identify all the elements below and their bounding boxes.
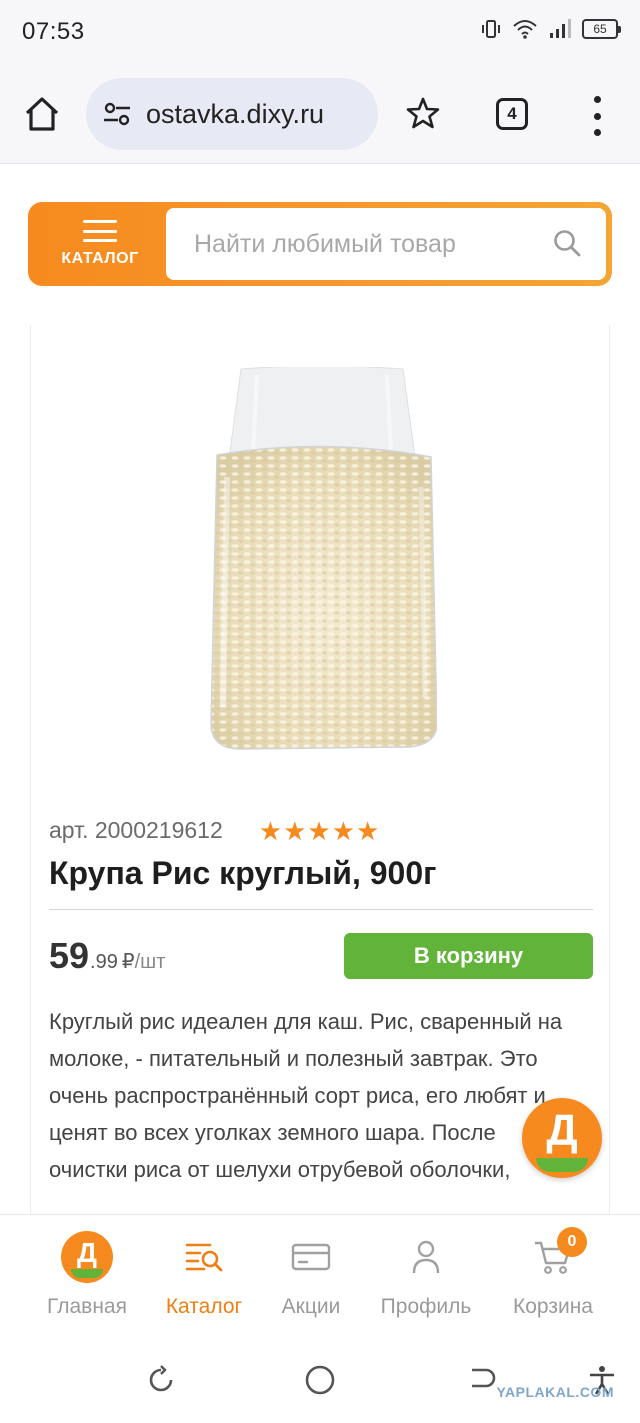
menu-burger-icon (83, 220, 117, 242)
address-bar[interactable]: ostavka.dixy.ru (86, 78, 378, 150)
home-icon[interactable] (22, 94, 62, 134)
dixy-logo-stripe (536, 1158, 588, 1172)
dixy-logo-icon: Д (61, 1231, 113, 1283)
product-description: Круглый рис идеален для каш. Рис, сварен… (49, 1009, 563, 1182)
status-icons: 65 (480, 18, 621, 40)
site-settings-icon[interactable] (102, 99, 132, 129)
nav-label-cart: Корзина (513, 1295, 593, 1318)
nav-item-home[interactable]: Д Главная (25, 1229, 149, 1319)
star-icon: ★ (356, 815, 380, 846)
battery-icon: 65 (582, 19, 621, 39)
user-icon (412, 1240, 440, 1274)
site-header: КАТАЛОГ (0, 165, 640, 325)
system-navigation-bar (0, 1334, 640, 1423)
nav-label-home: Главная (47, 1295, 127, 1318)
back-icon[interactable] (466, 1364, 498, 1396)
price-integer: 59 (49, 935, 90, 976)
divider (49, 909, 593, 910)
price-unit: /шт (134, 951, 166, 973)
catalog-label: КАТАЛОГ (61, 250, 139, 267)
card-icon (291, 1243, 331, 1271)
nav-item-cart[interactable]: 0 Корзина (491, 1227, 615, 1319)
url-text[interactable]: ostavka.dixy.ru (146, 99, 324, 130)
price-fraction: .99 (90, 951, 118, 973)
catalog-search-bar: КАТАЛОГ (28, 202, 612, 286)
nav-label-catalog: Каталог (165, 1295, 243, 1318)
status-time: 07:53 (22, 18, 85, 45)
catalog-button[interactable]: КАТАЛОГ (34, 208, 166, 280)
nav-label-profile: Профиль (380, 1295, 472, 1318)
tabs-switcher-button[interactable]: 4 (496, 98, 528, 130)
watermark: YAPLAKAL.COM (496, 1384, 614, 1400)
vibrate-icon (482, 20, 500, 38)
nav-item-profile[interactable]: Профиль (364, 1229, 488, 1319)
bottom-navigation: Д Главная Каталог Акции Профиль 0 Корзин… (0, 1214, 640, 1334)
article-number: арт. 2000219612 (49, 817, 223, 843)
dixy-logo-letter: Д (546, 1106, 578, 1155)
wifi-icon (513, 20, 537, 39)
nav-label-promotions: Акции (281, 1295, 341, 1318)
add-to-cart-button[interactable]: В корзину (344, 933, 593, 979)
status-bar: 07:53 65 (0, 0, 640, 66)
search-icon[interactable] (552, 228, 582, 258)
search-field[interactable] (166, 208, 606, 280)
browser-toolbar: ostavka.dixy.ru 4 (0, 66, 640, 164)
price-currency: ₽ (121, 951, 135, 973)
product-card: арт. 2000219612 ★ ★ ★ ★ ★ Крупа Рис круг… (30, 325, 610, 1217)
star-icon: ★ (307, 815, 331, 846)
nav-item-catalog[interactable]: Каталог (142, 1229, 266, 1319)
home-circle-icon[interactable] (304, 1364, 336, 1396)
product-price: 59 .99 ₽ /шт (49, 935, 165, 977)
product-title: Крупа Рис круглый, 900г (49, 855, 437, 891)
signal-icon (550, 19, 571, 38)
article-row: арт. 2000219612 ★ ★ ★ ★ ★ (49, 817, 379, 844)
bookmark-star-icon[interactable] (406, 96, 440, 130)
star-icon: ★ (331, 815, 356, 846)
dixy-assistant-button[interactable]: Д (522, 1098, 602, 1178)
search-input[interactable] (194, 229, 514, 259)
nav-item-promotions[interactable]: Акции (249, 1229, 373, 1319)
rating-stars: ★ ★ ★ ★ ★ (259, 818, 380, 844)
star-icon: ★ (258, 815, 283, 846)
rotate-icon[interactable] (145, 1364, 177, 1396)
browser-menu-icon[interactable] (590, 96, 604, 136)
star-icon: ★ (283, 815, 307, 846)
product-image[interactable] (207, 367, 437, 751)
cart-count-badge: 0 (557, 1227, 587, 1257)
catalog-search-icon (185, 1243, 223, 1272)
